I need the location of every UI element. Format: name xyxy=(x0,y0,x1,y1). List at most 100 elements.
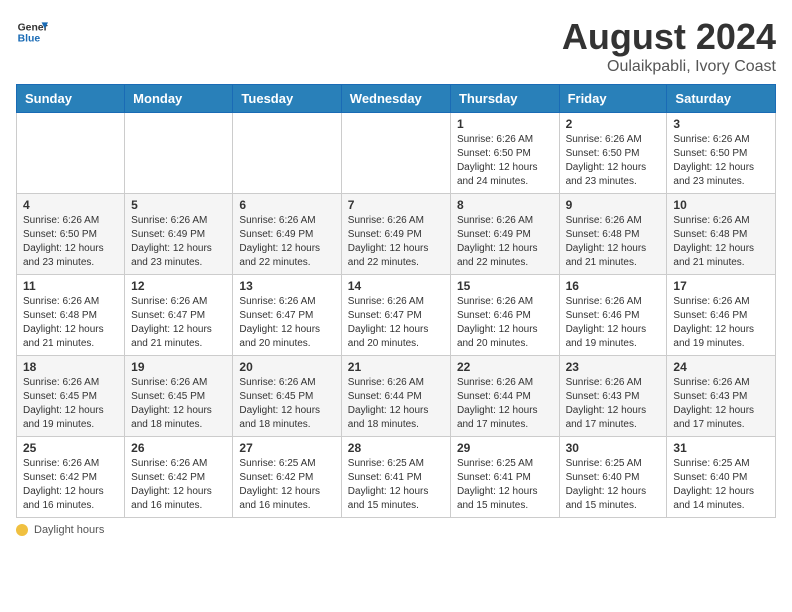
calendar-week-row: 25 Sunrise: 6:26 AM Sunset: 6:42 PM Dayli… xyxy=(17,437,776,518)
day-info: Sunrise: 6:26 AM Sunset: 6:48 PM Dayligh… xyxy=(673,214,769,270)
month-year: August 2024 xyxy=(562,16,776,58)
footer: Daylight hours xyxy=(16,524,776,536)
calendar-cell: 8 Sunrise: 6:26 AM Sunset: 6:49 PM Daylig… xyxy=(450,194,559,275)
day-info: Sunrise: 6:26 AM Sunset: 6:48 PM Dayligh… xyxy=(23,295,118,351)
calendar-day-header: Sunday xyxy=(17,85,125,113)
day-number: 20 xyxy=(239,360,334,374)
day-info: Sunrise: 6:26 AM Sunset: 6:46 PM Dayligh… xyxy=(457,295,553,351)
calendar-cell xyxy=(17,113,125,194)
day-number: 26 xyxy=(131,441,226,455)
day-info: Sunrise: 6:25 AM Sunset: 6:42 PM Dayligh… xyxy=(239,457,334,513)
day-number: 7 xyxy=(348,198,444,212)
day-number: 13 xyxy=(239,279,334,293)
day-info: Sunrise: 6:26 AM Sunset: 6:42 PM Dayligh… xyxy=(131,457,226,513)
calendar-cell: 22Sunrise: 6:26 AM Sunset: 6:44 PM Dayli… xyxy=(450,356,559,437)
calendar-cell: 23 Sunrise: 6:26 AM Sunset: 6:43 PM Dayli… xyxy=(559,356,667,437)
calendar-cell xyxy=(233,113,341,194)
day-info: Sunrise: 6:26 AM Sunset: 6:49 PM Dayligh… xyxy=(131,214,226,270)
header: General Blue August 2024 Oulaikpabli, Iv… xyxy=(16,16,776,76)
day-number: 31 xyxy=(673,441,769,455)
calendar-cell: 9Sunrise: 6:26 AM Sunset: 6:48 PM Daylig… xyxy=(559,194,667,275)
calendar-cell: 2 Sunrise: 6:26 AM Sunset: 6:50 PM Daylig… xyxy=(559,113,667,194)
logo-icon: General Blue xyxy=(16,16,48,48)
day-number: 5 xyxy=(131,198,226,212)
day-number: 18 xyxy=(23,360,118,374)
calendar-cell: 28 Sunrise: 6:25 AM Sunset: 6:41 PM Dayli… xyxy=(341,437,450,518)
logo: General Blue xyxy=(16,16,48,48)
day-info: Sunrise: 6:25 AM Sunset: 6:40 PM Dayligh… xyxy=(566,457,661,513)
day-info: Sunrise: 6:26 AM Sunset: 6:45 PM Dayligh… xyxy=(131,376,226,432)
calendar-header-row: SundayMondayTuesdayWednesdayThursdayFrid… xyxy=(17,85,776,113)
calendar-cell: 1Sunrise: 6:26 AM Sunset: 6:50 PM Daylig… xyxy=(450,113,559,194)
calendar-day-header: Tuesday xyxy=(233,85,341,113)
calendar-cell xyxy=(341,113,450,194)
day-number: 3 xyxy=(673,117,769,131)
day-info: Sunrise: 6:26 AM Sunset: 6:49 PM Dayligh… xyxy=(239,214,334,270)
day-info: Sunrise: 6:26 AM Sunset: 6:43 PM Dayligh… xyxy=(566,376,661,432)
day-number: 19 xyxy=(131,360,226,374)
day-info: Sunrise: 6:26 AM Sunset: 6:50 PM Dayligh… xyxy=(457,133,553,189)
day-info: Sunrise: 6:26 AM Sunset: 6:47 PM Dayligh… xyxy=(239,295,334,351)
calendar-cell xyxy=(125,113,233,194)
calendar-cell: 5 Sunrise: 6:26 AM Sunset: 6:49 PM Daylig… xyxy=(125,194,233,275)
day-info: Sunrise: 6:26 AM Sunset: 6:47 PM Dayligh… xyxy=(131,295,226,351)
day-number: 8 xyxy=(457,198,553,212)
calendar-cell: 16Sunrise: 6:26 AM Sunset: 6:46 PM Dayli… xyxy=(559,275,667,356)
calendar-cell: 13 Sunrise: 6:26 AM Sunset: 6:47 PM Dayli… xyxy=(233,275,341,356)
calendar-week-row: 4Sunrise: 6:26 AM Sunset: 6:50 PM Daylig… xyxy=(17,194,776,275)
calendar-cell: 30 Sunrise: 6:25 AM Sunset: 6:40 PM Dayli… xyxy=(559,437,667,518)
day-number: 25 xyxy=(23,441,118,455)
calendar-cell: 17Sunrise: 6:26 AM Sunset: 6:46 PM Dayli… xyxy=(667,275,776,356)
day-info: Sunrise: 6:25 AM Sunset: 6:41 PM Dayligh… xyxy=(348,457,444,513)
svg-text:Blue: Blue xyxy=(18,34,41,45)
day-number: 12 xyxy=(131,279,226,293)
calendar-day-header: Wednesday xyxy=(341,85,450,113)
calendar-week-row: 18 Sunrise: 6:26 AM Sunset: 6:45 PM Dayli… xyxy=(17,356,776,437)
calendar-cell: 21 Sunrise: 6:26 AM Sunset: 6:44 PM Dayli… xyxy=(341,356,450,437)
day-info: Sunrise: 6:26 AM Sunset: 6:44 PM Dayligh… xyxy=(348,376,444,432)
calendar-cell: 31Sunrise: 6:25 AM Sunset: 6:40 PM Dayli… xyxy=(667,437,776,518)
calendar-day-header: Saturday xyxy=(667,85,776,113)
calendar-day-header: Monday xyxy=(125,85,233,113)
day-number: 2 xyxy=(566,117,661,131)
day-info: Sunrise: 6:26 AM Sunset: 6:47 PM Dayligh… xyxy=(348,295,444,351)
day-info: Sunrise: 6:26 AM Sunset: 6:50 PM Dayligh… xyxy=(23,214,118,270)
day-number: 16 xyxy=(566,279,661,293)
calendar-cell: 3Sunrise: 6:26 AM Sunset: 6:50 PM Daylig… xyxy=(667,113,776,194)
day-info: Sunrise: 6:26 AM Sunset: 6:50 PM Dayligh… xyxy=(566,133,661,189)
calendar-cell: 19 Sunrise: 6:26 AM Sunset: 6:45 PM Dayli… xyxy=(125,356,233,437)
day-number: 30 xyxy=(566,441,661,455)
calendar-week-row: 11Sunrise: 6:26 AM Sunset: 6:48 PM Dayli… xyxy=(17,275,776,356)
day-info: Sunrise: 6:26 AM Sunset: 6:46 PM Dayligh… xyxy=(673,295,769,351)
day-number: 23 xyxy=(566,360,661,374)
calendar-cell: 11Sunrise: 6:26 AM Sunset: 6:48 PM Dayli… xyxy=(17,275,125,356)
calendar-cell: 12 Sunrise: 6:26 AM Sunset: 6:47 PM Dayli… xyxy=(125,275,233,356)
day-number: 28 xyxy=(348,441,444,455)
day-number: 10 xyxy=(673,198,769,212)
day-number: 24 xyxy=(673,360,769,374)
location: Oulaikpabli, Ivory Coast xyxy=(562,58,776,76)
calendar-day-header: Friday xyxy=(559,85,667,113)
calendar-day-header: Thursday xyxy=(450,85,559,113)
calendar-cell: 18 Sunrise: 6:26 AM Sunset: 6:45 PM Dayli… xyxy=(17,356,125,437)
calendar-cell: 14 Sunrise: 6:26 AM Sunset: 6:47 PM Dayli… xyxy=(341,275,450,356)
day-info: Sunrise: 6:26 AM Sunset: 6:45 PM Dayligh… xyxy=(23,376,118,432)
daylight-label: Daylight hours xyxy=(34,524,104,536)
day-number: 6 xyxy=(239,198,334,212)
day-info: Sunrise: 6:25 AM Sunset: 6:41 PM Dayligh… xyxy=(457,457,553,513)
day-number: 21 xyxy=(348,360,444,374)
calendar-cell: 24Sunrise: 6:26 AM Sunset: 6:43 PM Dayli… xyxy=(667,356,776,437)
day-number: 14 xyxy=(348,279,444,293)
day-info: Sunrise: 6:26 AM Sunset: 6:48 PM Dayligh… xyxy=(566,214,661,270)
calendar-cell: 6 Sunrise: 6:26 AM Sunset: 6:49 PM Daylig… xyxy=(233,194,341,275)
calendar-cell: 15 Sunrise: 6:26 AM Sunset: 6:46 PM Dayli… xyxy=(450,275,559,356)
day-number: 15 xyxy=(457,279,553,293)
day-number: 22 xyxy=(457,360,553,374)
title-area: August 2024 Oulaikpabli, Ivory Coast xyxy=(562,16,776,76)
calendar-table: SundayMondayTuesdayWednesdayThursdayFrid… xyxy=(16,84,776,518)
day-number: 27 xyxy=(239,441,334,455)
day-info: Sunrise: 6:26 AM Sunset: 6:49 PM Dayligh… xyxy=(348,214,444,270)
calendar-cell: 26 Sunrise: 6:26 AM Sunset: 6:42 PM Dayli… xyxy=(125,437,233,518)
day-info: Sunrise: 6:26 AM Sunset: 6:49 PM Dayligh… xyxy=(457,214,553,270)
calendar-cell: 10 Sunrise: 6:26 AM Sunset: 6:48 PM Dayli… xyxy=(667,194,776,275)
